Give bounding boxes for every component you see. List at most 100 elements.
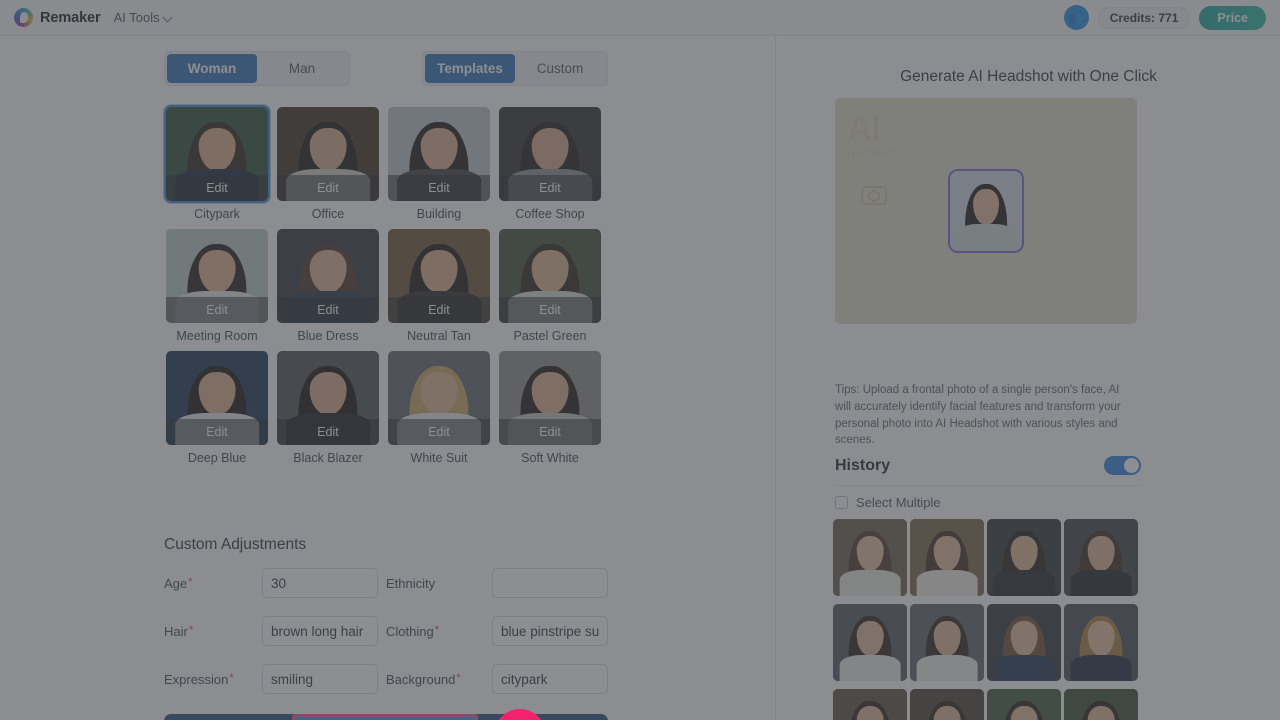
history-thumbnail[interactable] [987,689,1061,720]
select-multiple-checkbox[interactable]: Select Multiple [835,495,941,510]
history-thumbnail[interactable] [833,519,907,596]
history-thumbnail[interactable] [1064,519,1138,596]
portrait-art [1064,689,1138,720]
history-title: History [835,456,891,474]
mode-toggle-group: Templates Custom [422,51,608,86]
template-card[interactable]: Edit Deep Blue [164,349,270,465]
credits-badge[interactable]: Credits: 771 [1097,6,1191,29]
field-input-hair[interactable] [262,616,378,646]
generate-button[interactable]: Generate (12 8 Credits) [292,714,478,720]
tab-man[interactable]: Man [257,54,347,83]
template-card[interactable]: Edit Neutral Tan [386,227,492,343]
portrait-art [910,519,984,596]
portrait-art [950,171,1022,251]
template-edit-button[interactable]: Edit [166,419,268,445]
template-thumbnail[interactable]: Edit [497,349,603,447]
portrait-art [833,604,907,681]
select-multiple-label: Select Multiple [856,495,941,510]
template-label: Building [416,207,462,221]
template-label: Soft White [521,451,579,465]
template-edit-button[interactable]: Edit [499,175,601,201]
template-card[interactable]: Edit Citypark [164,105,270,221]
promo-title: Generate AI Headshot with One Click [900,68,1157,85]
template-thumbnail[interactable]: Edit [386,105,492,203]
brand[interactable]: Remaker [14,8,101,27]
history-thumbnail[interactable] [833,604,907,681]
portrait-art [987,519,1061,596]
template-edit-button[interactable]: Edit [166,297,268,323]
template-thumbnail[interactable]: Edit [164,105,270,203]
template-card[interactable]: Edit Blue Dress [275,227,381,343]
template-card[interactable]: Edit Office [275,105,381,221]
portrait-art [1064,604,1138,681]
template-label: Pastel Green [513,329,587,343]
history-header: History [835,456,1141,486]
portrait-art [833,689,907,720]
template-card[interactable]: Edit Soft White [497,349,603,465]
template-edit-button[interactable]: Edit [388,419,490,445]
right-panel: Generate AI Headshot with One Click AI H… [777,36,1280,720]
field-input-age[interactable] [262,568,378,598]
template-edit-button[interactable]: Edit [388,175,490,201]
template-thumbnail[interactable]: Edit [386,349,492,447]
template-card[interactable]: Edit Building [386,105,492,221]
field-input-ethnicity[interactable] [492,568,608,598]
tab-woman[interactable]: Woman [167,54,257,83]
template-thumbnail[interactable]: Edit [164,349,270,447]
history-thumbnail[interactable] [987,519,1061,596]
template-edit-button[interactable]: Edit [388,297,490,323]
nav-ai-tools[interactable]: AI Tools [114,10,173,25]
field-label-age: Age* [164,575,193,591]
field-input-expression[interactable] [262,664,378,694]
required-marker: * [456,671,461,684]
history-thumbnail[interactable] [833,689,907,720]
history-thumbnail[interactable] [1064,689,1138,720]
template-thumbnail[interactable]: Edit [275,349,381,447]
price-button[interactable]: Price [1199,5,1266,30]
collage-ai-text: AI [847,110,881,148]
template-edit-button[interactable]: Edit [277,419,379,445]
template-thumbnail[interactable]: Edit [275,227,381,325]
brand-name: Remaker [40,9,101,26]
history-thumbnail[interactable] [910,604,984,681]
template-card[interactable]: Edit Coffee Shop [497,105,603,221]
portrait-art [987,604,1061,681]
template-edit-button[interactable]: Edit [277,175,379,201]
app-root: Remaker AI Tools 👥 Credits: 771 Price Wo… [0,0,1280,720]
portrait-art [1064,519,1138,596]
template-thumbnail[interactable]: Edit [497,227,603,325]
field-label-clothing: Clothing* [386,623,439,639]
history-thumbnail[interactable] [910,689,984,720]
tab-templates[interactable]: Templates [425,54,515,83]
template-card[interactable]: Edit Black Blazer [275,349,381,465]
field-label-expression: Expression* [164,671,234,687]
template-card[interactable]: Edit Pastel Green [497,227,603,343]
template-card[interactable]: Edit Meeting Room [164,227,270,343]
template-label: Neutral Tan [407,329,471,343]
template-thumbnail[interactable]: Edit [275,105,381,203]
collage-sub-line2: Generator [847,159,899,172]
people-icon[interactable]: 👥 [1063,5,1089,30]
field-input-clothing[interactable] [492,616,608,646]
portrait-art [910,604,984,681]
history-thumbnail[interactable] [987,604,1061,681]
checkbox-icon [835,496,848,509]
template-edit-button[interactable]: Edit [499,419,601,445]
template-thumbnail[interactable]: Edit [386,227,492,325]
history-thumbnail[interactable] [1064,604,1138,681]
history-toggle-switch[interactable] [1104,456,1141,475]
promo-collage: AI Headshot Generator [835,98,1137,324]
tab-custom[interactable]: Custom [515,54,605,83]
history-thumbnail[interactable] [910,519,984,596]
template-label: Meeting Room [176,329,258,343]
portrait-art [833,519,907,596]
template-thumbnail[interactable]: Edit [164,227,270,325]
template-edit-button[interactable]: Edit [499,297,601,323]
template-thumbnail[interactable]: Edit [497,105,603,203]
template-card[interactable]: Edit White Suit [386,349,492,465]
template-edit-button[interactable]: Edit [277,297,379,323]
history-grid [833,519,1145,720]
template-edit-button[interactable]: Edit [166,175,268,201]
field-input-background[interactable] [492,664,608,694]
collage-sub-line1: Headshot [847,147,897,160]
